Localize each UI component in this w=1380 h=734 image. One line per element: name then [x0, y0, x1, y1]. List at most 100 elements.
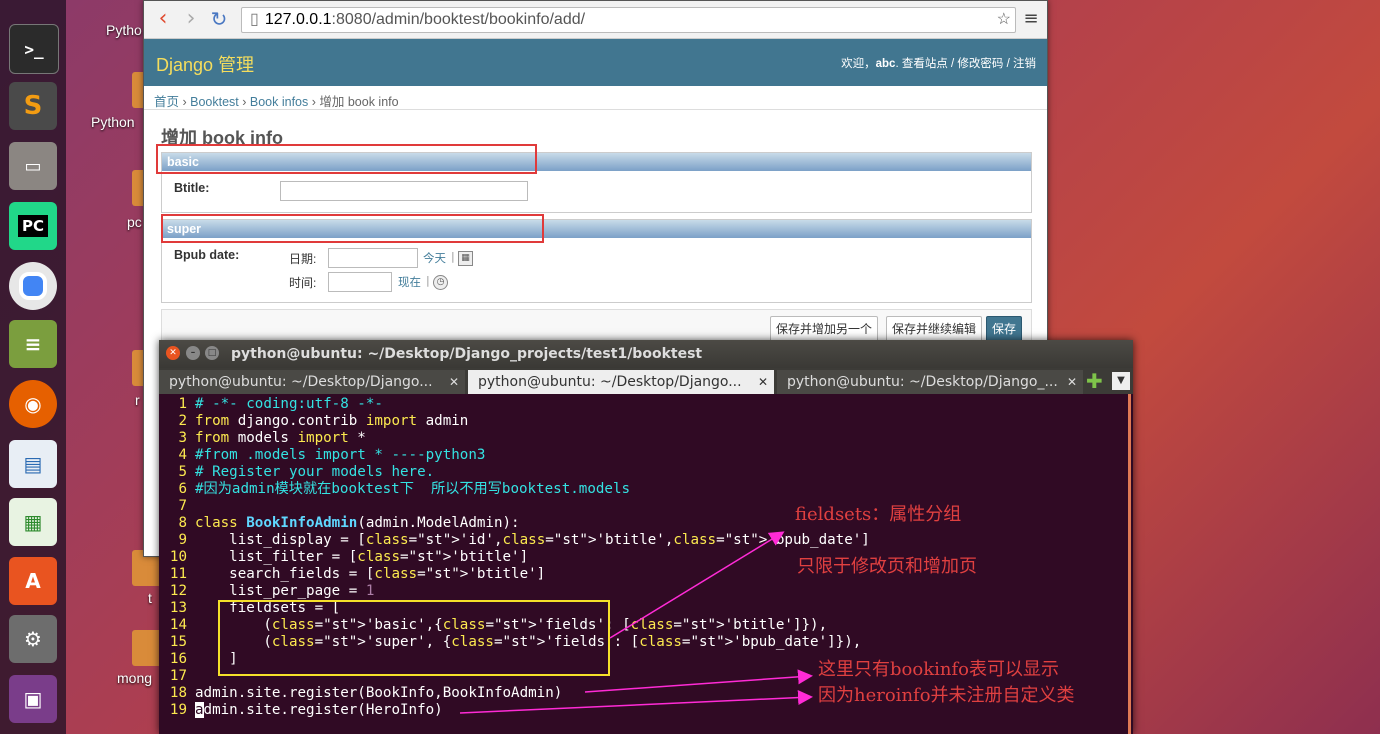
new-tab-icon[interactable]: ✚: [1086, 370, 1103, 392]
highlight-box-basic: [156, 144, 537, 174]
breadcrumb-home[interactable]: 首页: [154, 95, 179, 109]
code-line: 5 # Register your models here.: [159, 464, 1119, 481]
bpub-date-label: Bpub date:: [174, 248, 240, 262]
save-add-another-button[interactable]: 保存并增加另一个: [770, 316, 879, 342]
firefox-icon[interactable]: ◉: [9, 380, 57, 428]
line-number: 17: [169, 668, 187, 684]
minimize-icon[interactable]: –: [186, 346, 200, 360]
chrome-icon[interactable]: [9, 262, 57, 310]
close-icon[interactable]: ✕: [166, 346, 180, 360]
books-icon[interactable]: ≡: [9, 320, 57, 368]
code-line: 8 class BookInfoAdmin(admin.ModelAdmin):: [159, 515, 1119, 532]
annotation-scope: 只限于修改页和增加页: [797, 556, 977, 577]
terminal-title: python@ubuntu: ~/Desktop/Django_projects…: [231, 346, 703, 362]
code-line: 1 # -*- coding:utf-8 -*-: [159, 396, 1119, 413]
writer-icon[interactable]: ▤: [9, 440, 57, 488]
address-bar[interactable]: ▯ 127.0.0.1:8080/admin/booktest/bookinfo/…: [241, 7, 1016, 33]
tab-label: python@ubuntu: ~/Desktop/Django...: [478, 374, 742, 390]
sublime-text-icon[interactable]: S: [9, 82, 57, 130]
url-path: :8080/admin/booktest/bookinfo/add/: [331, 11, 586, 28]
tab-label: python@ubuntu: ~/Desktop/Django_...: [787, 374, 1058, 390]
forward-icon[interactable]: ›: [180, 8, 202, 30]
line-number: 19: [169, 702, 187, 718]
site-title[interactable]: Django 管理: [156, 51, 254, 77]
time-input[interactable]: [328, 272, 392, 292]
line-number: 5: [178, 464, 187, 480]
btitle-label: Btitle:: [174, 181, 210, 195]
code-line: 4 #from .models import * ----python3: [159, 447, 1119, 464]
tab-label: python@ubuntu: ~/Desktop/Django...: [169, 374, 433, 390]
desktop-file-label[interactable]: r: [135, 392, 140, 408]
time-sublabel: 时间:: [289, 276, 317, 290]
highlight-box-fieldsets: [218, 600, 610, 676]
tab-close-icon[interactable]: ✕: [758, 370, 768, 394]
workspace-icon[interactable]: ▣: [9, 675, 57, 723]
annotation-heroinfo: 因为heroinfo并未注册自定义类: [818, 685, 1075, 706]
calc-icon[interactable]: ▦: [9, 498, 57, 546]
desktop-file-label[interactable]: pc: [127, 214, 142, 230]
line-number: 13: [169, 600, 187, 616]
desktop-file-label[interactable]: Pytho: [106, 22, 142, 38]
terminal-tab-2[interactable]: python@ubuntu: ~/Desktop/Django... ✕: [468, 370, 774, 394]
annotation-fieldsets: fieldsets：属性分组: [795, 504, 962, 525]
breadcrumb-current: 增加 book info: [319, 95, 399, 109]
line-number: 1: [178, 396, 187, 412]
terminal-tabs: python@ubuntu: ~/Desktop/Django... ✕ pyth…: [159, 368, 1133, 394]
line-number: 4: [178, 447, 187, 463]
reload-icon[interactable]: ↻: [208, 8, 230, 30]
tab-menu-icon[interactable]: ▼: [1112, 372, 1130, 390]
terminal-tab-1[interactable]: python@ubuntu: ~/Desktop/Django... ✕: [159, 370, 465, 394]
page-icon: ▯: [250, 11, 259, 28]
user-tools: 欢迎，abc. 查看站点 / 修改密码 / 注销: [841, 55, 1036, 71]
terminal-icon[interactable]: >_: [9, 24, 59, 74]
highlight-box-super: [161, 214, 544, 243]
line-number: 12: [169, 583, 187, 599]
desktop-file-label[interactable]: t: [148, 590, 152, 606]
folder-icon[interactable]: [132, 630, 162, 666]
bookmark-star-icon[interactable]: ☆: [997, 8, 1011, 32]
back-icon[interactable]: ‹: [152, 8, 174, 30]
breadcrumb-app[interactable]: Booktest: [190, 95, 239, 109]
terminal-tab-3[interactable]: python@ubuntu: ~/Desktop/Django_... ✕: [777, 370, 1083, 394]
desktop-file-label[interactable]: mong: [117, 670, 152, 686]
desktop-file-label[interactable]: Python: [91, 114, 135, 130]
clock-icon[interactable]: ◷: [433, 275, 448, 290]
annotation-bookinfo: 这里只有bookinfo表可以显示: [818, 659, 1059, 680]
tab-close-icon[interactable]: ✕: [449, 370, 459, 394]
date-input[interactable]: [328, 248, 418, 268]
save-continue-button[interactable]: 保存并继续编辑: [886, 316, 983, 342]
maximize-icon[interactable]: □: [205, 346, 219, 360]
line-number: 10: [169, 549, 187, 565]
date-sublabel: 日期:: [289, 252, 317, 266]
line-number: 7: [178, 498, 187, 514]
url-host: 127.0.0.1: [264, 11, 332, 28]
pycharm-icon[interactable]: PC: [9, 202, 57, 250]
files-icon[interactable]: ▭: [9, 142, 57, 190]
software-center-icon[interactable]: A: [9, 557, 57, 605]
browser-toolbar: ‹ › ↻ ▯ 127.0.0.1:8080/admin/booktest/boo…: [144, 1, 1047, 39]
code-line: 2 from django.contrib import admin: [159, 413, 1119, 430]
calendar-icon[interactable]: ▦: [458, 251, 473, 266]
separator: |: [426, 274, 430, 287]
settings-icon[interactable]: ⚙: [9, 615, 57, 663]
line-number: 18: [169, 685, 187, 701]
line-number: 9: [178, 532, 187, 548]
separator: |: [451, 250, 455, 263]
now-link[interactable]: 现在: [398, 274, 421, 290]
breadcrumb: 首页 › Booktest › Book infos › 增加 book inf…: [154, 95, 399, 109]
user-links[interactable]: . 查看站点 / 修改密码 / 注销: [895, 58, 1036, 70]
tab-close-icon[interactable]: ✕: [1067, 370, 1077, 394]
line-number: 3: [178, 430, 187, 446]
btitle-input[interactable]: [280, 181, 528, 201]
editor-column-marker: [1128, 394, 1131, 734]
line-number: 8: [178, 515, 187, 531]
line-number: 16: [169, 651, 187, 667]
code-line: 7: [159, 498, 1119, 515]
save-button[interactable]: 保存: [986, 316, 1023, 342]
welcome-text: 欢迎，: [841, 58, 876, 70]
today-link[interactable]: 今天: [423, 250, 446, 266]
admin-header: Django 管理 欢迎，abc. 查看站点 / 修改密码 / 注销: [144, 39, 1047, 86]
menu-icon[interactable]: ≡: [1020, 8, 1042, 30]
breadcrumb-model[interactable]: Book infos: [250, 95, 308, 109]
line-number: 2: [178, 413, 187, 429]
